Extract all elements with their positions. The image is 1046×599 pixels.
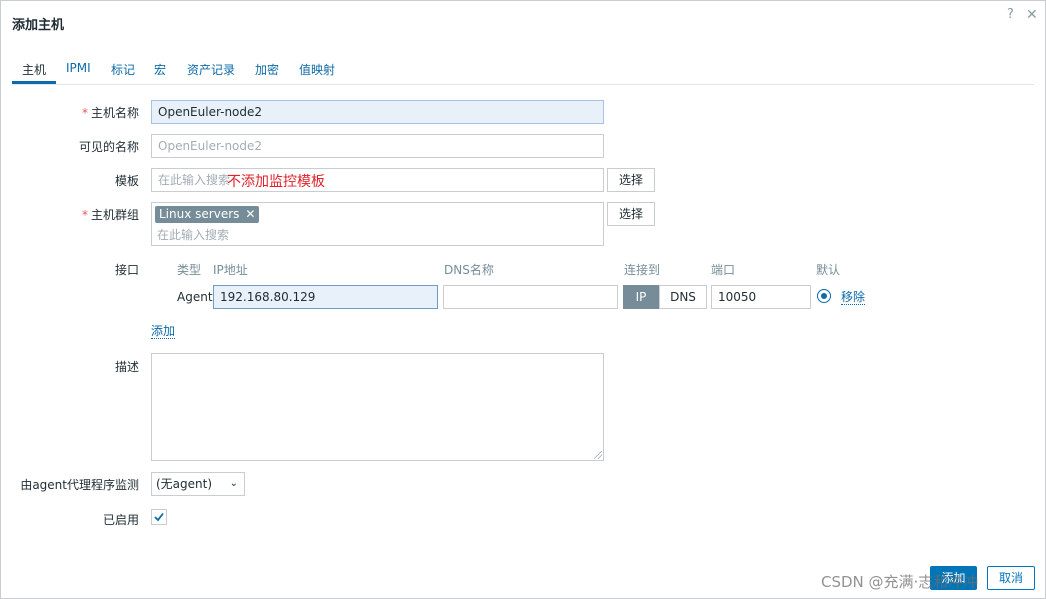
host-groups-label: * 主机群组	[81, 208, 139, 222]
watermark: CSDN @充满·志和冲冲	[821, 573, 979, 591]
interfaces-label: 接口	[114, 263, 139, 277]
resize-grip-icon[interactable]	[594, 451, 602, 459]
visible-name-label: 可见的名称	[78, 140, 139, 154]
tab-bar: 主机 IPMI 标记 宏 资产记录 加密 值映射	[12, 57, 1034, 85]
chevron-down-icon: ⌄	[229, 478, 238, 489]
col-port: 端口	[711, 263, 736, 277]
interface-dns-input[interactable]	[443, 285, 618, 309]
proxy-select[interactable]: (无agent) ⌄	[151, 472, 245, 496]
templates-input[interactable]: 在此输入搜索	[151, 168, 604, 192]
col-type: 类型	[177, 263, 202, 277]
templates-annotation: 不添加监控模板	[227, 174, 325, 190]
col-default: 默认	[816, 263, 841, 277]
tab-tags[interactable]: 标记	[111, 61, 135, 78]
col-dns: DNS名称	[444, 263, 494, 277]
connect-ip-toggle[interactable]: IP	[623, 285, 659, 309]
add-host-dialog: 添加主机 ? ✕ 主机 IPMI 标记 宏 资产记录 加密 值映射 * 主机名称 …	[0, 0, 1046, 599]
tab-encryption[interactable]: 加密	[255, 61, 279, 78]
proxy-label: 由agent代理程序监测	[20, 478, 139, 492]
col-ip: IP地址	[213, 263, 248, 277]
interface-port-input[interactable]: 10050	[711, 285, 811, 309]
default-interface-radio[interactable]	[817, 289, 831, 303]
description-label: 描述	[114, 360, 139, 374]
tab-macros[interactable]: 宏	[154, 61, 166, 78]
host-name-input[interactable]: OpenEuler-node2	[151, 100, 604, 124]
remove-interface-link[interactable]: 移除	[841, 290, 866, 305]
tab-ipmi[interactable]: IPMI	[66, 61, 91, 75]
col-connect-to: 连接到	[624, 263, 661, 277]
tab-inventory[interactable]: 资产记录	[187, 61, 235, 78]
enabled-checkbox[interactable]	[151, 509, 167, 525]
add-interface-link[interactable]: 添加	[151, 324, 176, 339]
chip-remove-icon[interactable]: ✕	[245, 207, 255, 221]
tab-value-mapping[interactable]: 值映射	[299, 61, 335, 78]
interface-type: Agent	[177, 290, 213, 304]
question-mark-icon[interactable]: ?	[1007, 7, 1014, 22]
interface-ip-input[interactable]: 192.168.80.129	[213, 285, 438, 309]
description-textarea[interactable]	[151, 353, 604, 461]
host-name-label: * 主机名称	[81, 106, 139, 120]
host-groups-placeholder: 在此输入搜索	[157, 228, 230, 242]
checkmark-icon	[154, 512, 164, 522]
host-group-chip: Linux servers ✕	[155, 206, 260, 223]
close-icon[interactable]: ✕	[1026, 7, 1038, 23]
templates-select-button[interactable]: 选择	[607, 168, 655, 192]
dialog-title: 添加主机	[12, 18, 65, 33]
templates-label: 模板	[114, 174, 139, 188]
visible-name-input[interactable]: OpenEuler-node2	[151, 134, 604, 158]
host-groups-multiselect[interactable]: Linux servers ✕ 在此输入搜索	[151, 202, 604, 246]
host-groups-select-button[interactable]: 选择	[607, 202, 655, 226]
tab-host[interactable]: 主机	[22, 61, 46, 78]
enabled-label: 已启用	[102, 513, 139, 527]
connect-dns-toggle[interactable]: DNS	[659, 285, 707, 309]
cancel-button[interactable]: 取消	[987, 566, 1035, 590]
active-tab-indicator	[12, 81, 56, 84]
